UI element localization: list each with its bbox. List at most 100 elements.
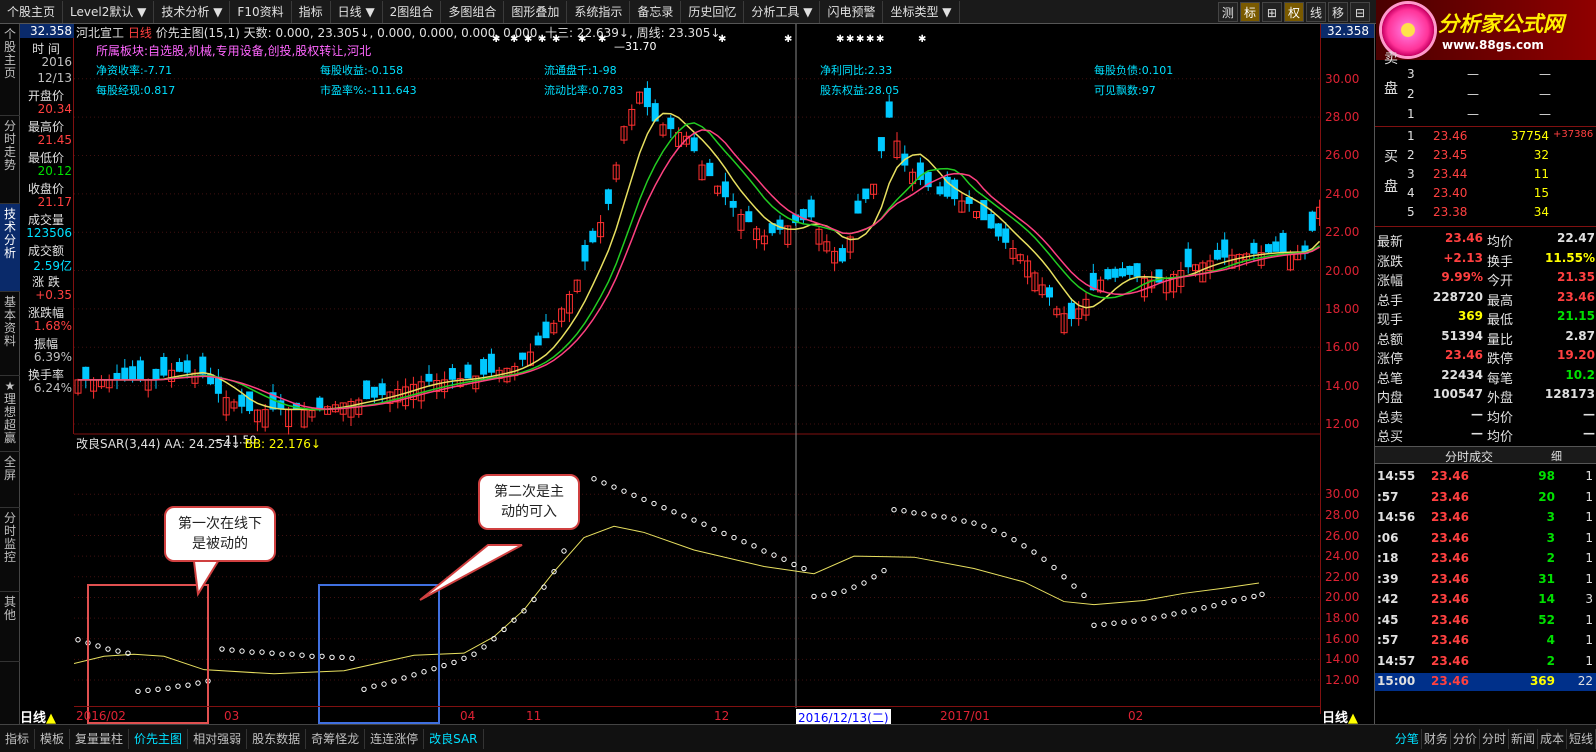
bottom-tab-2[interactable]: 复量量柱 — [70, 728, 130, 749]
info-value-10: 6.39% — [33, 350, 72, 364]
quote-value-1: +2.13 — [1443, 250, 1483, 265]
ask-row-2: 1 — — — [1375, 106, 1596, 124]
info-value-3: 21.45 — [37, 133, 72, 147]
trade-time: 14:55 — [1377, 469, 1416, 483]
info-value-0: 2016 — [41, 55, 72, 69]
menu-item-11[interactable]: 历史回忆 — [681, 0, 745, 23]
quote-label-2: 换手 — [1487, 254, 1514, 270]
top-toolbar: 个股主页 Level2默认 ▼ 技术分析 ▼ F10资料 指标 日线 ▼ 2图组合 多图组合图… — [0, 0, 1596, 24]
kline-chart-area[interactable]: —31.70—11.50✱ ✱ ✱ ✱ ✱ ✱ ✱ ✱ ✱ ✱ ✱ ✱ ✱ ✱ ✱ — [74, 24, 1320, 724]
trade-count: 1 — [1585, 551, 1593, 565]
bottom-tab-7[interactable]: 连连涨停 — [365, 728, 425, 749]
bar-info-panel: 32.358 时 间 2016 12/13 开盘价 20.34 最高价 21.45 最低价 20… — [20, 24, 74, 434]
trade-price: 23.46 — [1431, 612, 1469, 627]
trades-header[interactable]: 分时成交 细 — [1375, 446, 1596, 464]
panel-tab-3[interactable]: 分时 — [1480, 728, 1509, 749]
toolbar-btn-2[interactable]: ⊞ — [1261, 1, 1282, 22]
panel-tab-5[interactable]: 成本 — [1538, 728, 1567, 749]
left-tab-3[interactable]: 基 本 资 料 — [0, 292, 20, 376]
quote-label-1: 内盘 — [1377, 391, 1404, 406]
quote-value-2: 23.46 — [1557, 289, 1595, 304]
indicator-tabs: 指标 模板 复量量柱 价先主图 相对强弱 股东数据 奇筹怪龙 连连涨停 改良SAR — [0, 728, 484, 749]
toolbar-btn-0[interactable]: 测 — [1217, 1, 1238, 22]
fund-r2-2: 流动比率:0.783 — [544, 84, 624, 97]
menu-item-10[interactable]: 备忘录 — [630, 0, 682, 23]
quote-label-2: 跌停 — [1487, 352, 1514, 367]
quote-row-8: 内盘 100547 外盘 128173 — [1375, 386, 1596, 406]
panel-tab-6[interactable]: 短线 — [1567, 728, 1596, 749]
panel-tab-1[interactable]: 财务 — [1422, 728, 1451, 749]
stock-name: 河北宣工 — [76, 26, 125, 40]
trade-time: :45 — [1377, 612, 1399, 627]
menu-item-14[interactable]: 坐标类型 ▼ — [883, 0, 960, 23]
menu-item-8[interactable]: 图形叠加 — [504, 0, 568, 23]
toolbar-btn-6[interactable]: ⊟ — [1350, 1, 1370, 22]
axis-tick-main-5: 20.00 — [1325, 263, 1360, 278]
date-label-1: 03 — [224, 709, 240, 723]
axis-tick-main-7: 16.00 — [1325, 340, 1360, 355]
quote-label-1: 涨幅 — [1377, 274, 1404, 289]
panel-tab-0[interactable]: 分笔 — [1393, 728, 1422, 749]
menu-item-1[interactable]: Level2默认 ▼ — [63, 0, 155, 23]
trade-volume: 3 — [1546, 510, 1555, 524]
trade-count: 1 — [1585, 633, 1593, 647]
candle — [136, 356, 144, 383]
quote-label-1: 总卖 — [1377, 410, 1404, 426]
menu-item-4[interactable]: 指标 — [292, 0, 331, 23]
quote-label-1: 涨跌 — [1377, 254, 1404, 270]
bottom-tab-4[interactable]: 相对强弱 — [188, 728, 248, 749]
toolbar-btn-5[interactable]: 移 — [1327, 1, 1348, 22]
ask-level: 2 — [1407, 87, 1415, 101]
quote-value-2: 2.87 — [1565, 328, 1595, 343]
menu-item-6[interactable]: 2图组合 — [383, 0, 442, 23]
menu-item-0[interactable]: 个股主页 — [0, 0, 64, 23]
quote-value-2: 19.20 — [1557, 348, 1595, 362]
bottom-tab-6[interactable]: 奇筹怪龙 — [306, 728, 366, 749]
bottom-tab-1[interactable]: 模板 — [35, 728, 71, 749]
left-tab-4[interactable]: ★ 理 想 超 赢 — [0, 376, 20, 452]
left-tab-6[interactable]: 分 时 监 控 — [0, 508, 20, 592]
menu-item-9[interactable]: 系统指示 — [567, 0, 631, 23]
trade-row-0: 14:55 23.46 98 1 — [1375, 468, 1596, 486]
bottom-tab-8[interactable]: 改良SAR — [424, 728, 484, 749]
quote-label-2: 每笔 — [1487, 371, 1514, 387]
panel-tab-4[interactable]: 新闻 — [1509, 728, 1538, 749]
menu-item-2[interactable]: 技术分析 ▼ — [154, 0, 231, 23]
trades-detail-tab[interactable]: 细 — [1551, 448, 1562, 464]
aa-readout: AA: 24.254↓ — [164, 437, 241, 451]
date-label-3: 11 — [526, 709, 542, 723]
signal-star-icon: ✱ — [876, 34, 884, 45]
toolbar-btn-4[interactable]: 线 — [1305, 1, 1326, 22]
menu-item-13[interactable]: 闪电预警 — [820, 0, 884, 23]
left-vertical-tabs: 个 股 主 页分 时 走 势技 术 分 析基 本 资 料 ★ 理 想 超 赢全 屏… — [0, 24, 20, 724]
bottom-tab-0[interactable]: 指标 — [0, 728, 36, 749]
panel-tab-2[interactable]: 分价 — [1451, 728, 1480, 749]
bottom-tab-5[interactable]: 股东数据 — [247, 728, 307, 749]
trade-price: 23.46 — [1431, 551, 1469, 565]
menu-item-3[interactable]: F10资料 — [230, 0, 292, 23]
toolbar-right-buttons: 测标 ⊞ 权线移 ⊟ — [1216, 1, 1370, 22]
bottom-tab-3[interactable]: 价先主图 — [129, 728, 189, 749]
menu-item-7[interactable]: 多图组合 — [441, 0, 505, 23]
toolbar-btn-1[interactable]: 标 — [1239, 1, 1260, 22]
quote-value-2: 21.35 — [1557, 270, 1595, 284]
trade-count: 1 — [1585, 489, 1593, 504]
menu-item-5[interactable]: 日线 ▼ — [331, 0, 383, 23]
toolbar-btn-3[interactable]: 权 — [1283, 1, 1304, 22]
fund-r1-1: 每股收益:-0.158 — [320, 64, 404, 77]
left-tab-1[interactable]: 分 时 走 势 — [0, 116, 20, 204]
left-tab-5[interactable]: 全 屏 — [0, 452, 20, 508]
left-tab-7[interactable]: 其 他 — [0, 592, 20, 662]
bid-level: 2 — [1407, 148, 1415, 162]
candle — [363, 380, 371, 400]
menu-item-12[interactable]: 分析工具 ▼ — [744, 0, 821, 23]
trade-count: 1 — [1585, 571, 1593, 586]
sector-line: 所属板块:自选股,机械,专用设备,创投,股权转让,河北 — [96, 44, 372, 58]
bid-row-0: 1 23.46 37754 +37386 — [1375, 128, 1596, 146]
days-readout: 天数: 0.000, 23.305↓, 0.000, 0.000, 0.000,… — [243, 26, 721, 40]
quote-label-2: 外盘 — [1487, 391, 1514, 406]
left-tab-2[interactable]: 技 术 分 析 — [0, 204, 20, 292]
axis-tick-sub-2: 26.00 — [1325, 528, 1360, 543]
left-tab-0[interactable]: 个 股 主 页 — [0, 24, 20, 116]
quote-value-1: 51394 — [1441, 328, 1483, 343]
